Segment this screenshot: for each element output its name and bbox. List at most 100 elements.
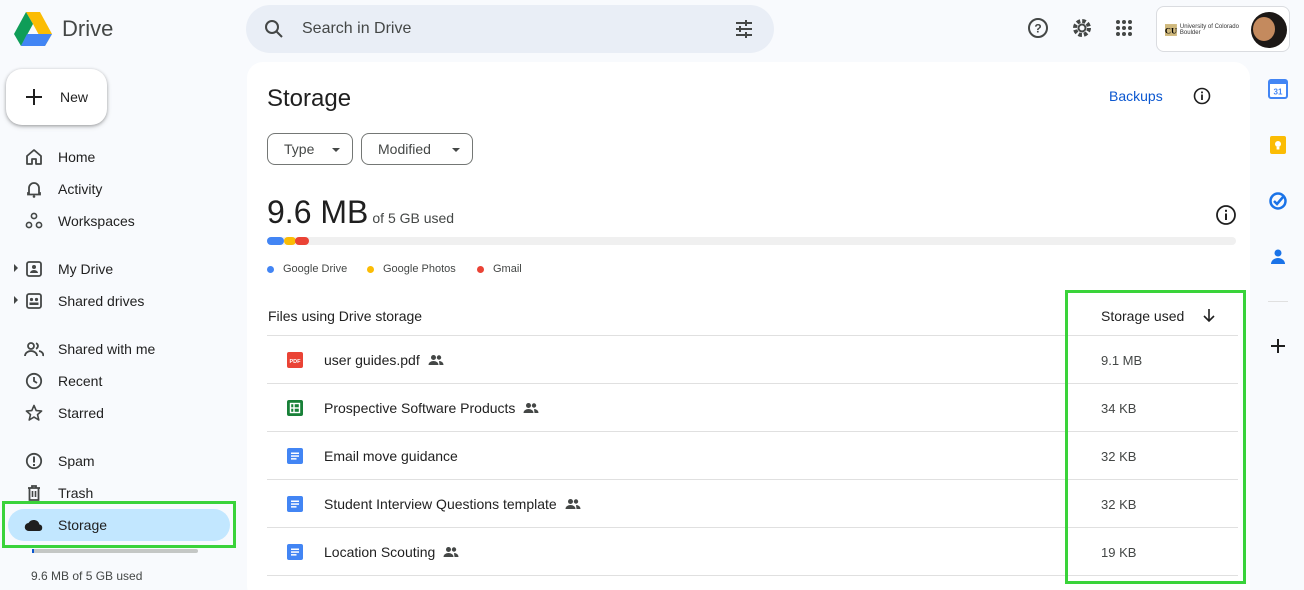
shared-people-icon bbox=[428, 355, 444, 365]
legend-gmail: Gmail bbox=[477, 263, 522, 275]
legend-dot bbox=[367, 265, 374, 273]
storage-info-icon[interactable] bbox=[1215, 204, 1237, 226]
info-icon[interactable] bbox=[1193, 87, 1211, 105]
file-name: Student Interview Questions template bbox=[324, 496, 581, 512]
sidebar-item-my-drive[interactable]: My Drive bbox=[12, 253, 232, 285]
storage-usage-summary: 9.6 MB of 5 GB used bbox=[267, 194, 454, 231]
legend-dot bbox=[477, 265, 484, 273]
sidebar-item-label: Shared with me bbox=[58, 341, 156, 357]
usage-segment-gmail bbox=[295, 237, 309, 245]
file-name-text: user guides.pdf bbox=[324, 352, 420, 368]
file-name: Prospective Software Products bbox=[324, 400, 539, 416]
sidebar-item-workspaces[interactable]: Workspaces bbox=[12, 205, 232, 237]
expand-arrow-icon[interactable] bbox=[14, 296, 18, 304]
file-name: Email move guidance bbox=[324, 448, 458, 464]
storage-quota-text: 9.6 MB of 5 GB used bbox=[31, 569, 143, 583]
sidebar-item-home[interactable]: Home bbox=[12, 141, 232, 173]
expand-arrow-icon[interactable] bbox=[14, 264, 18, 272]
file-name-text: Email move guidance bbox=[324, 448, 458, 464]
search-input[interactable] bbox=[302, 17, 722, 41]
help-icon[interactable]: ? bbox=[1026, 16, 1050, 40]
rail-divider bbox=[1268, 301, 1288, 302]
modified-filter-chip[interactable]: Modified bbox=[361, 133, 473, 165]
shared-drives-icon bbox=[24, 291, 44, 311]
file-name: Location Scouting bbox=[324, 544, 459, 560]
cu-logo-icon: CU bbox=[1165, 24, 1177, 36]
sidebar-item-label: Starred bbox=[58, 405, 104, 421]
contacts-icon[interactable] bbox=[1268, 247, 1288, 267]
settings-gear-icon[interactable] bbox=[1070, 16, 1094, 40]
highlight-box-storage-column bbox=[1065, 290, 1246, 584]
sidebar-item-spam[interactable]: Spam bbox=[12, 445, 232, 477]
legend-google-photos: Google Photos bbox=[367, 263, 456, 275]
calendar-icon[interactable]: 31 bbox=[1268, 79, 1288, 99]
sidebar-item-label: My Drive bbox=[58, 261, 114, 277]
plus-icon bbox=[26, 89, 42, 105]
sidebar-item-activity[interactable]: Activity bbox=[12, 173, 232, 205]
storage-used-suffix: of 5 GB used bbox=[372, 210, 455, 226]
bell-icon bbox=[24, 179, 44, 199]
sidebar-item-shared-with-me[interactable]: Shared with me bbox=[12, 333, 232, 365]
sidebar-item-label: Activity bbox=[58, 181, 103, 197]
search-options-icon[interactable] bbox=[734, 19, 754, 39]
sidebar-item-starred[interactable]: Starred bbox=[12, 397, 232, 429]
docs-file-icon bbox=[287, 496, 303, 512]
pdf-file-icon: PDF bbox=[287, 352, 303, 368]
dropdown-caret-icon bbox=[452, 148, 460, 152]
star-icon bbox=[24, 403, 44, 423]
legend-google-drive: Google Drive bbox=[267, 263, 347, 275]
type-filter-chip[interactable]: Type bbox=[267, 133, 353, 165]
storage-usage-bar bbox=[267, 237, 1236, 245]
svg-text:PDF: PDF bbox=[290, 359, 302, 365]
search-icon[interactable] bbox=[264, 19, 284, 39]
sidebar-item-label: Trash bbox=[58, 485, 94, 501]
storage-quota-fill bbox=[32, 549, 34, 553]
page-title: Storage bbox=[267, 85, 352, 112]
svg-text:CU: CU bbox=[1165, 25, 1177, 35]
apps-grid-icon[interactable] bbox=[1112, 16, 1136, 40]
sidebar-item-label: Spam bbox=[58, 453, 95, 469]
clock-icon bbox=[24, 371, 44, 391]
svg-text:31: 31 bbox=[1274, 88, 1283, 97]
type-filter-label: Type bbox=[284, 141, 315, 157]
sidebar-item-shared-drives[interactable]: Shared drives bbox=[12, 285, 232, 317]
file-name: user guides.pdf bbox=[324, 352, 444, 368]
tasks-icon[interactable] bbox=[1268, 191, 1288, 211]
legend-label: Google Photos bbox=[383, 263, 456, 275]
new-button[interactable]: New bbox=[6, 69, 107, 125]
drive-logo[interactable]: Drive bbox=[14, 12, 113, 46]
drive-logo-icon bbox=[14, 12, 52, 46]
sidebar-item-label: Workspaces bbox=[58, 213, 135, 229]
shared-people-icon bbox=[565, 499, 581, 509]
storage-quota-bar bbox=[32, 549, 198, 553]
account-switcher[interactable]: CU University of Colorado Boulder bbox=[1156, 6, 1290, 52]
modified-filter-label: Modified bbox=[378, 141, 431, 157]
org-name: University of Colorado Boulder bbox=[1179, 24, 1239, 36]
workspaces-icon bbox=[24, 211, 44, 231]
add-addon-plus-icon[interactable] bbox=[1268, 336, 1288, 356]
home-icon bbox=[24, 147, 44, 167]
file-name-text: Location Scouting bbox=[324, 544, 436, 560]
backups-link[interactable]: Backups bbox=[1109, 88, 1163, 104]
search-bar[interactable] bbox=[246, 5, 774, 53]
new-button-label: New bbox=[60, 89, 89, 105]
shared-people-icon bbox=[443, 547, 459, 557]
docs-file-icon bbox=[287, 544, 303, 560]
my-drive-icon bbox=[24, 259, 44, 279]
app-name: Drive bbox=[62, 16, 114, 41]
column-header-files: Files using Drive storage bbox=[268, 308, 423, 324]
usage-segment-drive bbox=[267, 237, 284, 245]
legend-dot bbox=[267, 265, 274, 273]
sidebar-item-recent[interactable]: Recent bbox=[12, 365, 232, 397]
trash-icon bbox=[24, 483, 44, 503]
people-icon bbox=[24, 339, 44, 359]
avatar[interactable] bbox=[1251, 12, 1287, 48]
file-name-text: Student Interview Questions template bbox=[324, 496, 557, 512]
keep-notes-icon[interactable] bbox=[1268, 135, 1288, 155]
highlight-box-storage-nav bbox=[2, 501, 236, 548]
docs-file-icon bbox=[287, 448, 303, 464]
legend-label: Gmail bbox=[493, 263, 522, 275]
legend-label: Google Drive bbox=[283, 263, 348, 275]
dropdown-caret-icon bbox=[332, 148, 340, 152]
storage-used-amount: 9.6 MB bbox=[267, 194, 369, 230]
